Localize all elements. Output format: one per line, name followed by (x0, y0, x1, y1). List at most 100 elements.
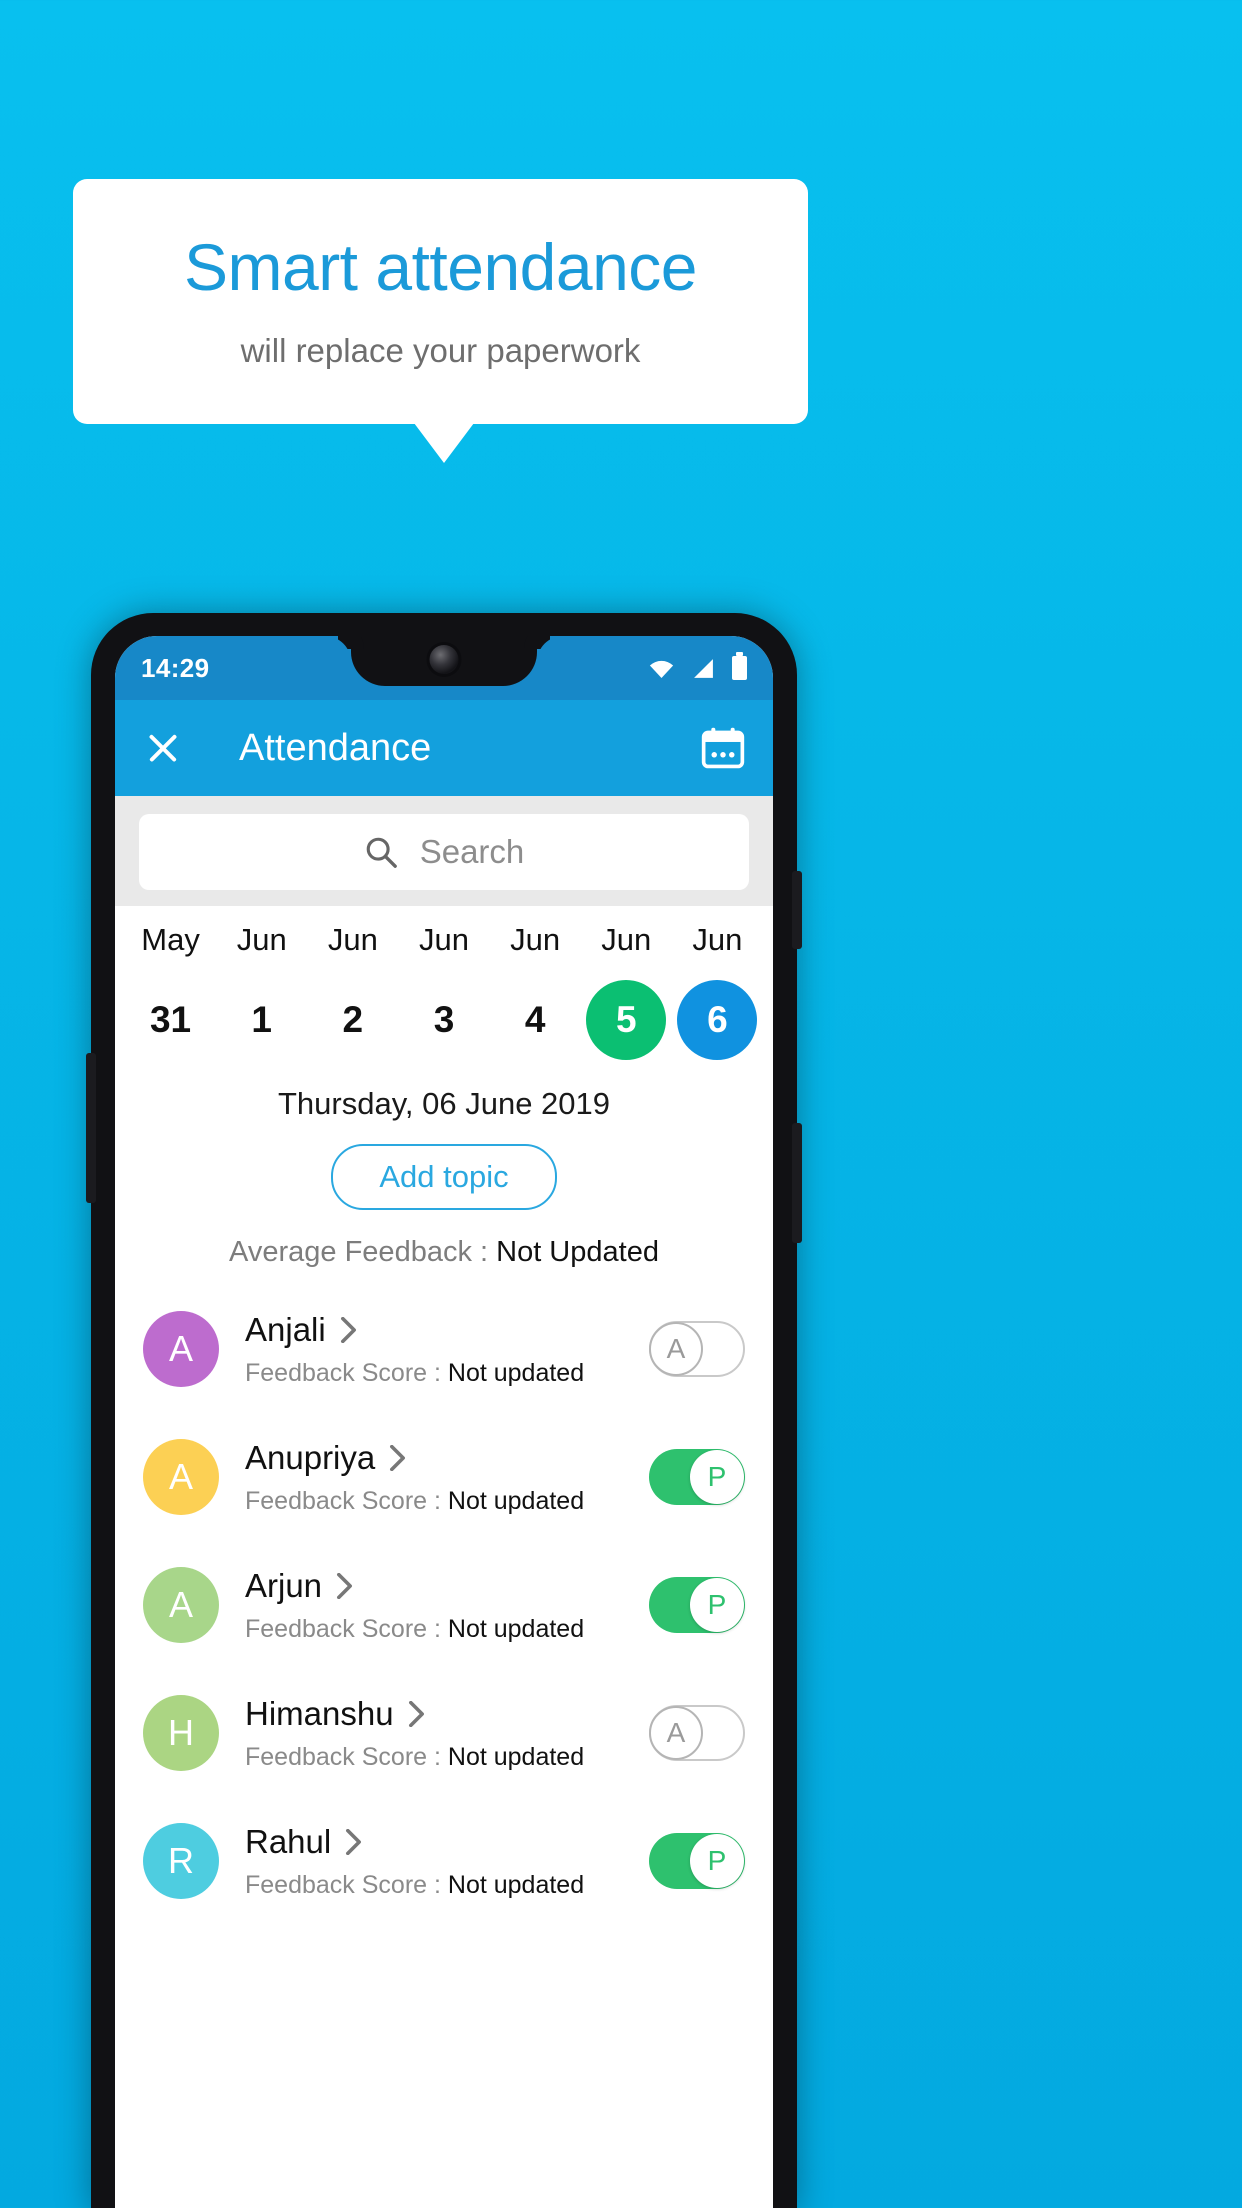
app-bar-title: Attendance (239, 726, 432, 769)
wifi-icon (649, 660, 674, 678)
phone-screen: 14:29 Attendance Search May 31 Jun 1 Jun… (115, 636, 773, 2208)
calendar-day-cell[interactable]: Jun 4 (490, 922, 581, 1060)
search-input[interactable]: Search (139, 814, 749, 890)
attendance-toggle[interactable]: A (649, 1705, 745, 1761)
calendar-day-cell[interactable]: Jun 2 (307, 922, 398, 1060)
calendar-day-number: 5 (586, 980, 667, 1060)
calendar-day-number: 31 (149, 999, 192, 1040)
calendar-icon[interactable] (701, 727, 745, 769)
attendance-toggle[interactable]: A (649, 1321, 745, 1377)
student-list: A Anjali Feedback Score : Not updated A … (115, 1285, 773, 1925)
student-name: Rahul (245, 1822, 332, 1860)
student-name-row[interactable]: Anupriya (245, 1439, 649, 1477)
calendar-day-number: 3 (433, 999, 455, 1040)
calendar-day-cell[interactable]: Jun 5 (581, 922, 672, 1060)
feedback-score-label: Feedback Score : (245, 1486, 448, 1515)
phone-power-button (792, 871, 802, 949)
avatar: R (143, 1823, 219, 1899)
feedback-score: Feedback Score : Not updated (245, 1487, 649, 1516)
phone-side-button (86, 1053, 96, 1203)
student-name-row[interactable]: Arjun (245, 1567, 649, 1605)
chevron-right-icon (390, 1444, 406, 1471)
calendar-day-cell[interactable]: Jun 1 (216, 922, 307, 1060)
attendance-toggle[interactable]: P (649, 1449, 745, 1505)
table-row[interactable]: R Rahul Feedback Score : Not updated P (115, 1797, 773, 1925)
promo-subtitle: will replace your paperwork (240, 332, 641, 370)
calendar-day-cell[interactable]: Jun 6 (672, 922, 763, 1060)
calendar-day-number: 2 (342, 999, 364, 1040)
phone-mockup: 14:29 Attendance Search May 31 Jun 1 Jun… (86, 613, 802, 2208)
calendar-month-label: Jun (692, 922, 743, 957)
feedback-score-value: Not updated (447, 1742, 585, 1771)
table-row[interactable]: H Himanshu Feedback Score : Not updated … (115, 1669, 773, 1797)
phone-volume-button (792, 1123, 802, 1243)
feedback-score: Feedback Score : Not updated (245, 1871, 649, 1900)
avatar: H (143, 1695, 219, 1771)
feedback-score-value: Not updated (447, 1486, 585, 1515)
feedback-score: Feedback Score : Not updated (245, 1359, 649, 1388)
chevron-right-icon (346, 1828, 362, 1855)
calendar-month-label: Jun (601, 922, 652, 957)
calendar-month-label: Jun (236, 922, 287, 957)
student-info: Anupriya Feedback Score : Not updated (245, 1439, 649, 1516)
average-feedback: Average Feedback : Not Updated (115, 1236, 773, 1269)
student-name: Himanshu (245, 1694, 394, 1732)
status-icon-group (648, 652, 747, 680)
calendar-day-cell[interactable]: Jun 3 (398, 922, 489, 1060)
calendar-month-label: May (141, 922, 200, 957)
student-info: Arjun Feedback Score : Not updated (245, 1567, 649, 1644)
feedback-score-label: Feedback Score : (245, 1870, 448, 1899)
calendar-day-number: 4 (524, 999, 546, 1040)
calendar-month-label: Jun (327, 922, 378, 957)
feedback-score: Feedback Score : Not updated (245, 1743, 649, 1772)
search-section: Search (115, 796, 773, 906)
student-info: Rahul Feedback Score : Not updated (245, 1823, 649, 1900)
calendar-day-cell[interactable]: May 31 (125, 922, 216, 1060)
calendar-strip: May 31 Jun 1 Jun 2 Jun 3 Jun 4 Jun 5 Jun… (115, 906, 773, 1060)
table-row[interactable]: A Arjun Feedback Score : Not updated P (115, 1541, 773, 1669)
promo-bubble: Smart attendance will replace your paper… (73, 179, 808, 424)
attendance-toggle-knob: P (690, 1578, 744, 1632)
student-name: Arjun (245, 1566, 323, 1604)
avatar: A (143, 1311, 219, 1387)
calendar-day-number: 1 (251, 999, 272, 1040)
attendance-toggle-knob: A (649, 1322, 703, 1376)
table-row[interactable]: A Anjali Feedback Score : Not updated A (115, 1285, 773, 1413)
average-feedback-value: Not Updated (496, 1236, 659, 1268)
calendar-month-label: Jun (419, 922, 469, 957)
student-info: Himanshu Feedback Score : Not updated (245, 1695, 649, 1772)
phone-notch (351, 636, 537, 686)
calendar-day-number: 6 (677, 980, 758, 1060)
add-topic-button[interactable]: Add topic (331, 1144, 557, 1210)
promo-bubble-tail (414, 423, 474, 463)
student-name-row[interactable]: Himanshu (245, 1695, 649, 1733)
attendance-toggle[interactable]: P (649, 1577, 745, 1633)
status-time: 14:29 (141, 652, 210, 683)
student-info: Anjali Feedback Score : Not updated (245, 1311, 649, 1388)
student-name-row[interactable]: Rahul (245, 1823, 649, 1861)
close-icon[interactable] (143, 728, 183, 768)
student-name: Anjali (245, 1310, 326, 1348)
feedback-score-label: Feedback Score : (245, 1358, 448, 1387)
student-name: Anupriya (245, 1438, 376, 1476)
app-bar: Attendance (115, 700, 773, 796)
chevron-right-icon (408, 1700, 424, 1727)
search-icon (366, 837, 397, 868)
avatar: A (143, 1567, 219, 1643)
student-name-row[interactable]: Anjali (245, 1311, 649, 1349)
feedback-score-label: Feedback Score : (245, 1742, 448, 1771)
chevron-right-icon (337, 1572, 353, 1599)
attendance-toggle[interactable]: P (649, 1833, 745, 1889)
feedback-score-label: Feedback Score : (245, 1614, 448, 1643)
chevron-right-icon (340, 1316, 356, 1343)
avatar: A (143, 1439, 219, 1515)
signal-icon (694, 658, 713, 678)
attendance-toggle-knob: P (690, 1834, 744, 1888)
feedback-score-value: Not updated (447, 1614, 585, 1643)
calendar-month-label: Jun (510, 922, 561, 957)
attendance-toggle-knob: P (690, 1450, 744, 1504)
feedback-score: Feedback Score : Not updated (245, 1615, 649, 1644)
battery-icon (732, 652, 747, 680)
table-row[interactable]: A Anupriya Feedback Score : Not updated … (115, 1413, 773, 1541)
attendance-toggle-knob: A (649, 1706, 703, 1760)
